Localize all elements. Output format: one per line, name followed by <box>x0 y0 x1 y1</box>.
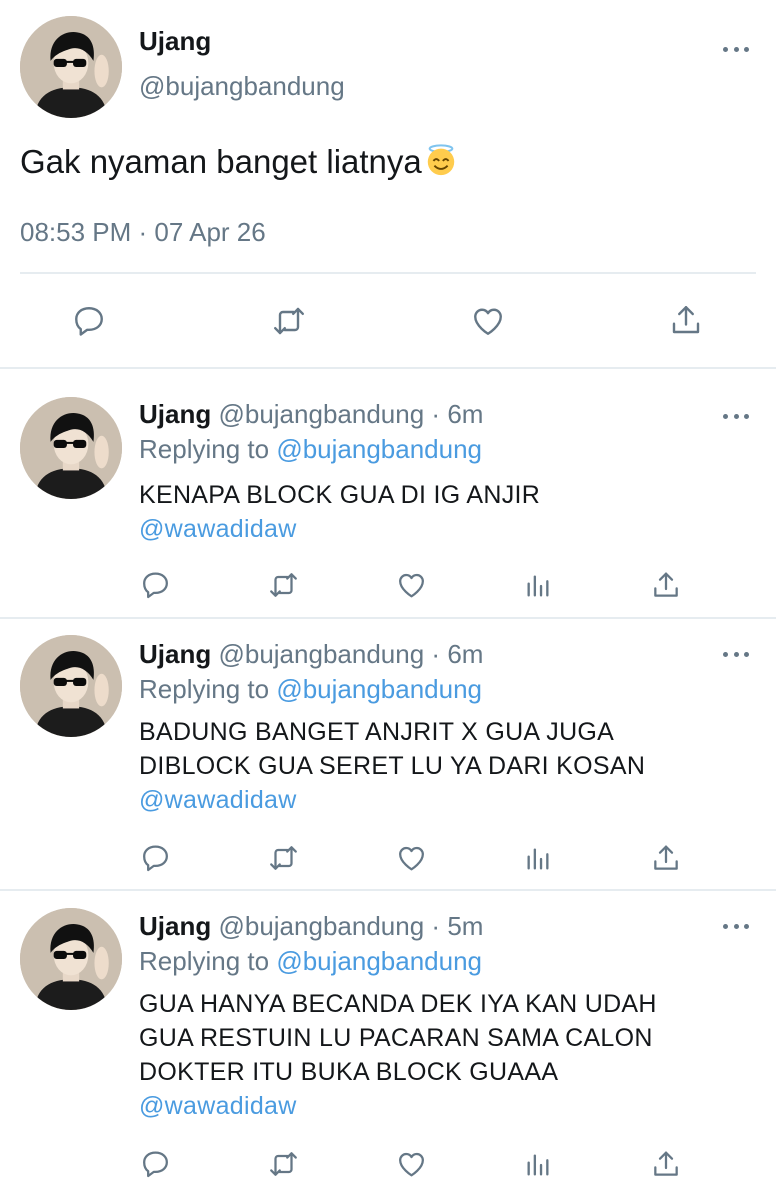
mention-link[interactable]: @wawadidaw <box>139 783 739 817</box>
replying-to: Replying to @bujangbandung <box>139 674 482 705</box>
retweet-icon[interactable] <box>265 842 302 874</box>
author-name[interactable]: Ujang <box>139 399 211 429</box>
separator-dot: · <box>431 911 441 941</box>
avatar-image <box>20 397 122 499</box>
reply-text-line: DIBLOCK GUA SERET LU YA DARI KOSAN <box>139 752 646 780</box>
reply-header: Ujang @bujangbandung · 6m <box>139 639 483 670</box>
replying-to-link[interactable]: @bujangbandung <box>276 946 482 976</box>
author-handle[interactable]: @bujangbandung <box>218 911 424 941</box>
like-icon[interactable] <box>394 569 429 601</box>
replying-to-link[interactable]: @bujangbandung <box>276 674 482 704</box>
share-icon[interactable] <box>650 569 682 601</box>
share-icon[interactable] <box>668 301 704 339</box>
author-handle[interactable]: @bujangbandung <box>218 639 424 669</box>
analytics-icon[interactable] <box>524 1150 552 1180</box>
replying-to: Replying to @bujangbandung <box>139 946 482 977</box>
author-name[interactable]: Ujang <box>139 911 211 941</box>
tweet-thread: Ujang @bujangbandung Gak nyaman banget l… <box>0 0 776 1200</box>
reply-tweet[interactable]: Ujang @bujangbandung · 6m Replying to @b… <box>0 369 776 619</box>
reply-text-line: KENAPA BLOCK GUA DI IG ANJIR <box>139 481 541 509</box>
reply-text-line: GUA HANYA BECANDA DEK IYA KAN UDAH <box>139 990 657 1018</box>
reply-icon[interactable] <box>70 303 108 339</box>
author-name[interactable]: Ujang <box>139 26 211 57</box>
like-icon[interactable] <box>394 842 429 874</box>
mention-link[interactable]: @wawadidaw <box>139 1089 739 1123</box>
reply-text: GUA HANYA BECANDA DEK IYA KAN UDAH GUA R… <box>139 987 739 1123</box>
avatar[interactable] <box>20 16 122 118</box>
analytics-icon[interactable] <box>524 571 552 601</box>
innocent-face-emoji-icon <box>427 144 454 176</box>
more-icon[interactable] <box>723 650 749 658</box>
retweet-icon[interactable] <box>265 569 302 601</box>
retweet-icon[interactable] <box>268 303 310 339</box>
replying-prefix: Replying to <box>139 434 277 464</box>
analytics-icon[interactable] <box>524 844 552 874</box>
reply-tweet[interactable]: Ujang @bujangbandung · 6m Replying to @b… <box>0 619 776 891</box>
replying-to-link[interactable]: @bujangbandung <box>276 434 482 464</box>
reply-time[interactable]: 6m <box>447 639 483 669</box>
avatar-image <box>20 908 122 1010</box>
share-icon[interactable] <box>650 1148 682 1180</box>
reply-text-line: GUA RESTUIN LU PACARAN SAMA CALON <box>139 1024 653 1052</box>
reply-icon[interactable] <box>139 569 172 601</box>
reply-header: Ujang @bujangbandung · 6m <box>139 399 483 430</box>
mention-link[interactable]: @wawadidaw <box>139 512 739 546</box>
separator-dot: · <box>431 399 441 429</box>
avatar-image <box>20 635 122 737</box>
more-icon[interactable] <box>723 45 749 53</box>
reply-text: KENAPA BLOCK GUA DI IG ANJIR @wawadidaw <box>139 478 739 546</box>
reply-header: Ujang @bujangbandung · 5m <box>139 911 483 942</box>
reply-icon[interactable] <box>139 842 172 874</box>
tweet-text-content: Gak nyaman banget liatnya <box>20 143 422 180</box>
replying-prefix: Replying to <box>139 946 277 976</box>
like-icon[interactable] <box>394 1148 429 1180</box>
avatar[interactable] <box>20 397 122 499</box>
divider <box>20 272 756 274</box>
like-icon[interactable] <box>468 303 508 339</box>
avatar[interactable] <box>20 908 122 1010</box>
more-icon[interactable] <box>723 412 749 420</box>
reply-time[interactable]: 5m <box>447 911 483 941</box>
avatar[interactable] <box>20 635 122 737</box>
reply-tweet[interactable]: Ujang @bujangbandung · 5m Replying to @b… <box>0 891 776 1200</box>
tweet-text: Gak nyaman banget liatnya <box>20 143 458 181</box>
reply-text: BADUNG BANGET ANJRIT X GUA JUGA DIBLOCK … <box>139 715 739 817</box>
replying-to: Replying to @bujangbandung <box>139 434 482 465</box>
reply-text-line: BADUNG BANGET ANJRIT X GUA JUGA <box>139 718 615 746</box>
share-icon[interactable] <box>650 842 682 874</box>
avatar-image <box>20 16 122 118</box>
reply-text-line: DOKTER ITU BUKA BLOCK GUAAA <box>139 1058 559 1086</box>
separator-dot: · <box>431 639 441 669</box>
main-tweet: Ujang @bujangbandung Gak nyaman banget l… <box>0 0 776 369</box>
retweet-icon[interactable] <box>265 1148 302 1180</box>
reply-icon[interactable] <box>139 1148 172 1180</box>
more-icon[interactable] <box>723 922 749 930</box>
author-name[interactable]: Ujang <box>139 639 211 669</box>
replying-prefix: Replying to <box>139 674 277 704</box>
author-handle[interactable]: @bujangbandung <box>139 71 345 102</box>
tweet-timestamp[interactable]: 08:53 PM · 07 Apr 26 <box>20 217 266 248</box>
reply-time[interactable]: 6m <box>447 399 483 429</box>
author-handle[interactable]: @bujangbandung <box>218 399 424 429</box>
